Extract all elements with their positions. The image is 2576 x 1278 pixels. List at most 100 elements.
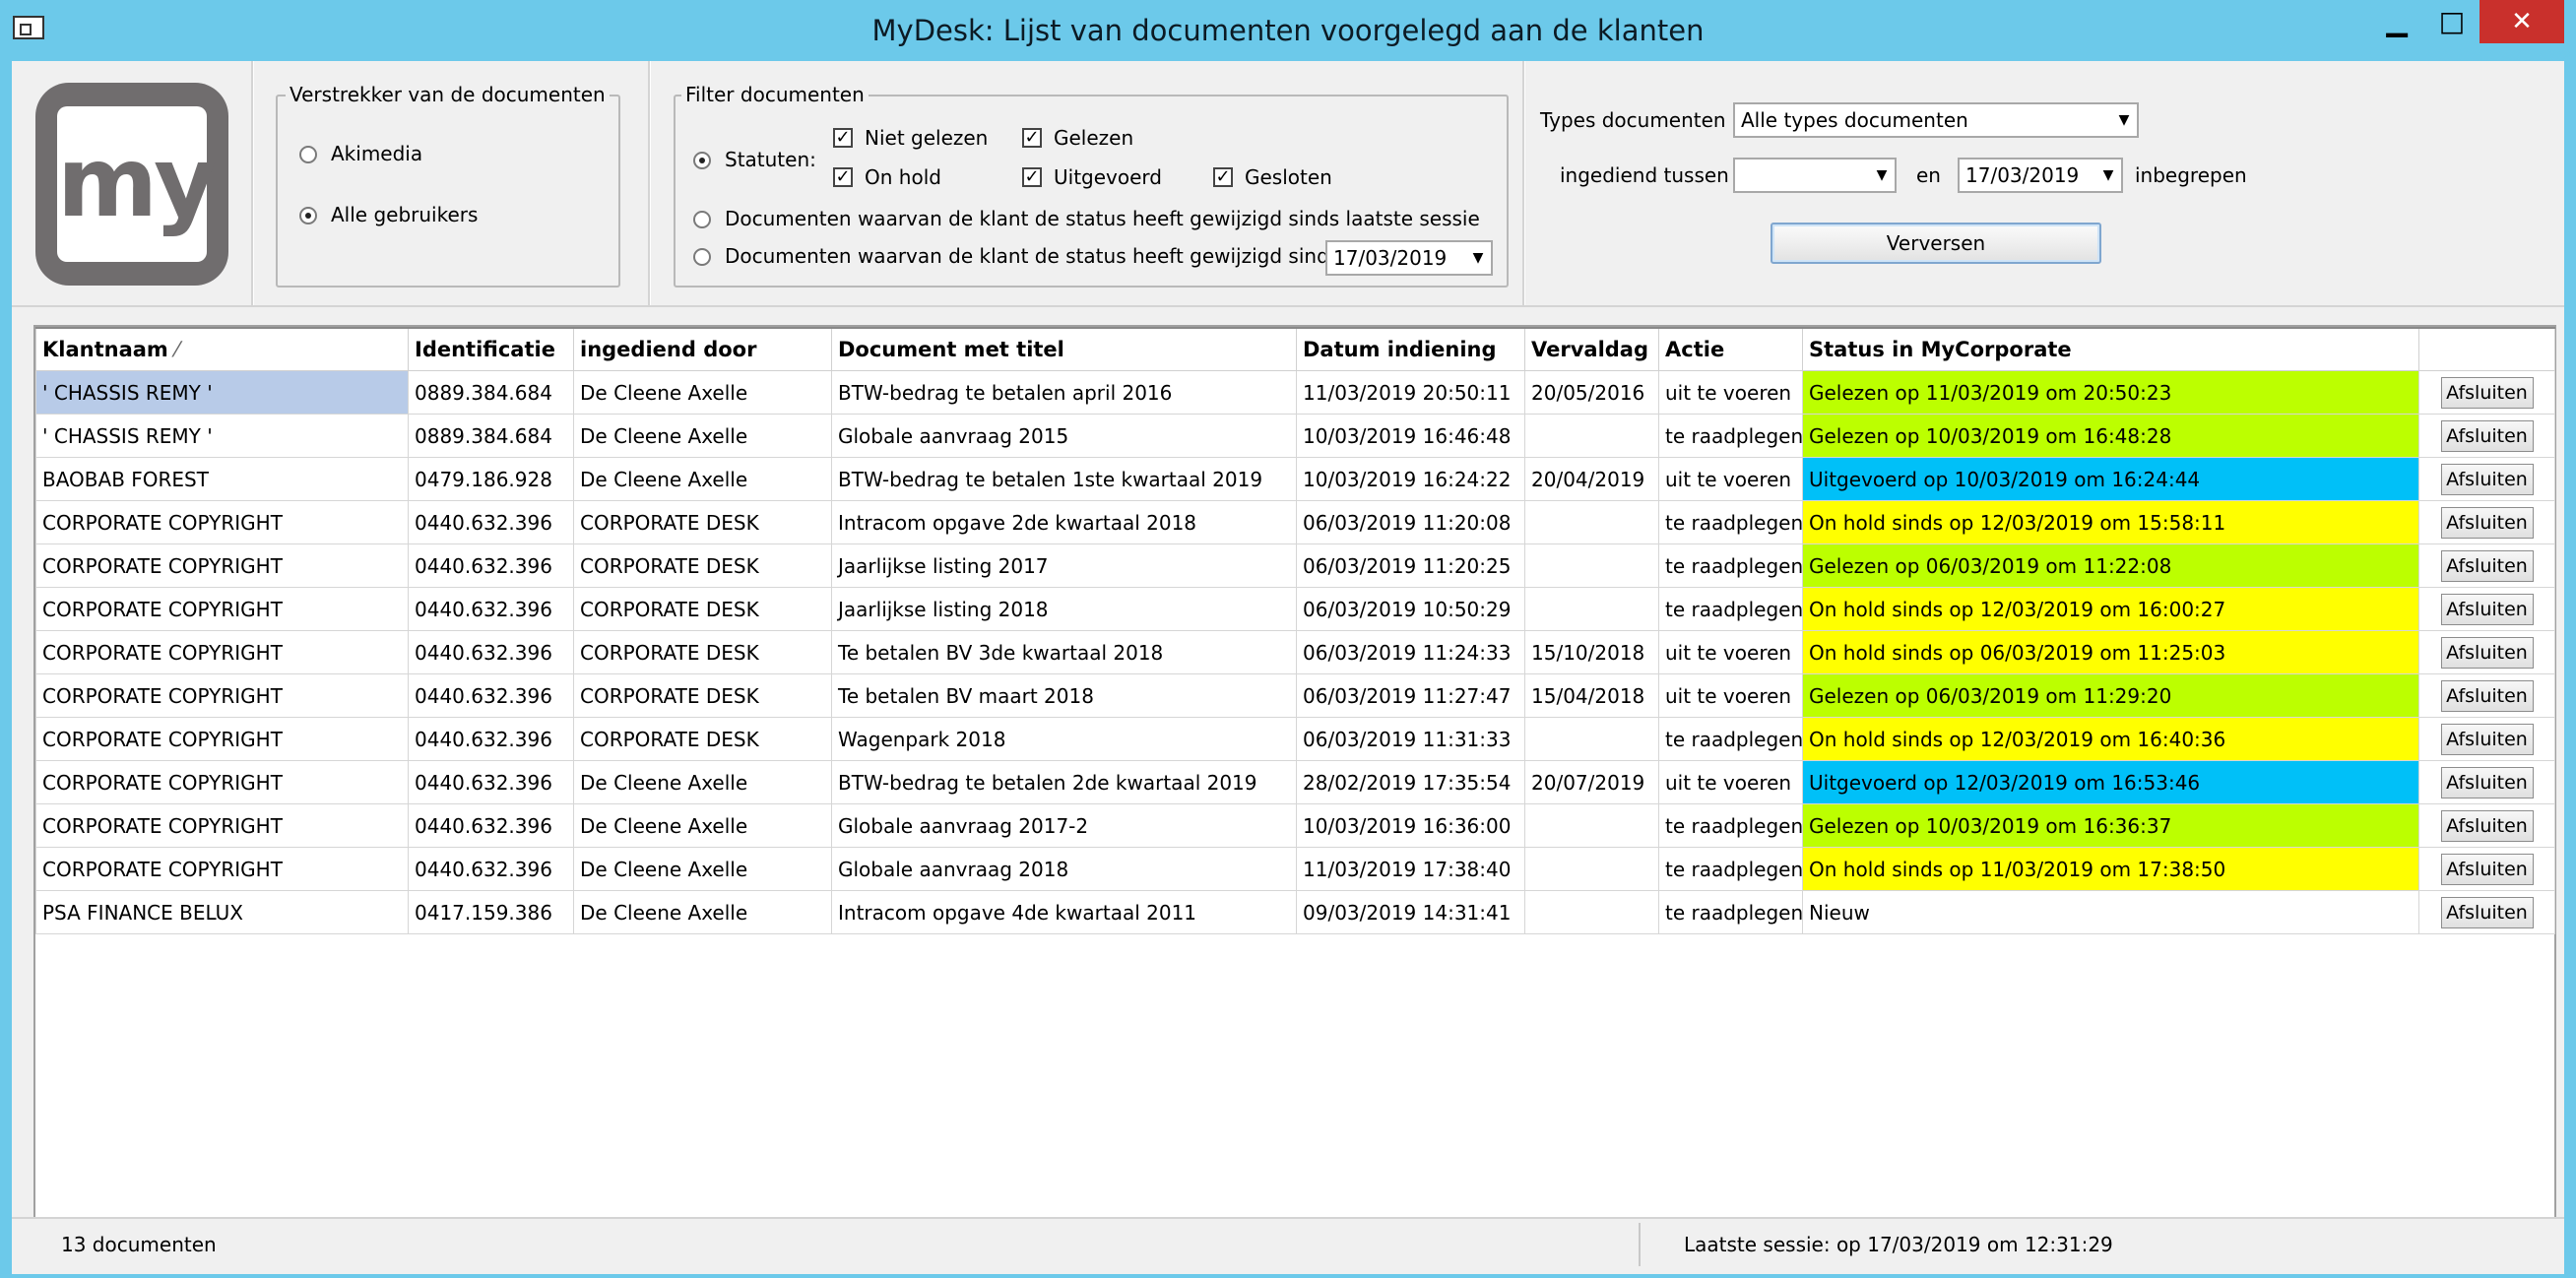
cell-vervaldag[interactable] <box>1524 543 1659 588</box>
cell-identificatie[interactable]: 0440.632.396 <box>408 587 574 631</box>
checkbox-uitgevoerd[interactable]: ✓ <box>1022 167 1042 187</box>
to-date-picker[interactable]: 17/03/2019 ▼ <box>1958 158 2123 193</box>
maximize-button[interactable]: □ <box>2424 0 2479 43</box>
close-button[interactable]: ✕ <box>2479 0 2564 43</box>
cell-vervaldag[interactable]: 20/05/2016 <box>1524 370 1659 415</box>
cell-ingediend-door[interactable]: CORPORATE DESK <box>573 673 832 718</box>
afsluiten-button[interactable]: Afsluiten <box>2440 809 2534 842</box>
cell-datum[interactable]: 28/02/2019 17:35:54 <box>1296 760 1525 804</box>
cell-client[interactable]: BAOBAB FOREST <box>35 457 409 501</box>
cell-identificatie[interactable]: 0440.632.396 <box>408 847 574 891</box>
cell-status[interactable]: Gelezen op 06/03/2019 om 11:22:08 <box>1802 543 2419 588</box>
cell-ingediend-door[interactable]: De Cleene Axelle <box>573 760 832 804</box>
chevron-down-icon[interactable]: ▼ <box>1467 245 1489 271</box>
chevron-down-icon[interactable]: ▼ <box>1871 162 1893 188</box>
cell-status[interactable]: Gelezen op 11/03/2019 om 20:50:23 <box>1802 370 2419 415</box>
cell-document[interactable]: Intracom opgave 4de kwartaal 2011 <box>831 890 1297 934</box>
radio-all-users-label[interactable]: Alle gebruikers <box>331 203 478 226</box>
cell-datum[interactable]: 06/03/2019 11:31:33 <box>1296 717 1525 761</box>
cell-vervaldag[interactable] <box>1524 500 1659 544</box>
cell-ingediend-door[interactable]: CORPORATE DESK <box>573 500 832 544</box>
cell-client[interactable]: CORPORATE COPYRIGHT <box>35 543 409 588</box>
afsluiten-button[interactable]: Afsluiten <box>2440 376 2534 409</box>
cell-actie[interactable]: uit te voeren <box>1658 457 1803 501</box>
chevron-down-icon[interactable]: ▼ <box>2097 162 2119 188</box>
col-status[interactable]: Status in MyCorporate <box>1802 327 2419 371</box>
table-row[interactable]: CORPORATE COPYRIGHT 0440.632.396 De Cleene… <box>35 760 2555 804</box>
cell-document[interactable]: BTW-bedrag te betalen 2de kwartaal 2019 <box>831 760 1297 804</box>
checkbox-niet-gelezen-label[interactable]: Niet gelezen <box>865 126 988 150</box>
cell-vervaldag[interactable] <box>1524 890 1659 934</box>
cell-actie[interactable]: te raadplegen <box>1658 803 1803 848</box>
table-row[interactable]: CORPORATE COPYRIGHT 0440.632.396 De Cleene… <box>35 847 2555 891</box>
table-row[interactable]: CORPORATE COPYRIGHT 0440.632.396 CORPORATE… <box>35 673 2555 718</box>
afsluiten-button[interactable]: Afsluiten <box>2440 679 2534 712</box>
cell-client[interactable]: CORPORATE COPYRIGHT <box>35 673 409 718</box>
table-row[interactable]: CORPORATE COPYRIGHT 0440.632.396 CORPORATE… <box>35 587 2555 631</box>
cell-vervaldag[interactable] <box>1524 717 1659 761</box>
table-row[interactable]: ' CHASSIS REMY ' 0889.384.684 De Cleene Ax… <box>35 370 2555 415</box>
cell-ingediend-door[interactable]: De Cleene Axelle <box>573 847 832 891</box>
checkbox-gelezen[interactable]: ✓ <box>1022 128 1042 148</box>
cell-status[interactable]: Gelezen op 10/03/2019 om 16:36:37 <box>1802 803 2419 848</box>
cell-vervaldag[interactable]: 15/10/2018 <box>1524 630 1659 674</box>
cell-actie[interactable]: te raadplegen <box>1658 543 1803 588</box>
cell-status[interactable]: On hold sinds op 12/03/2019 om 15:58:11 <box>1802 500 2419 544</box>
cell-client[interactable]: CORPORATE COPYRIGHT <box>35 500 409 544</box>
cell-document[interactable]: Jaarlijkse listing 2017 <box>831 543 1297 588</box>
since-date-picker[interactable]: 17/03/2019 ▼ <box>1325 240 1493 276</box>
cell-identificatie[interactable]: 0889.384.684 <box>408 414 574 458</box>
col-identificatie[interactable]: Identificatie <box>408 327 574 371</box>
cell-actie[interactable]: te raadplegen <box>1658 587 1803 631</box>
cell-status[interactable]: Gelezen op 06/03/2019 om 11:29:20 <box>1802 673 2419 718</box>
checkbox-niet-gelezen[interactable]: ✓ <box>833 128 853 148</box>
col-klantnaam[interactable]: Klantnaam ⁄ <box>35 327 409 371</box>
table-row[interactable]: CORPORATE COPYRIGHT 0440.632.396 CORPORATE… <box>35 630 2555 674</box>
table-row[interactable]: CORPORATE COPYRIGHT 0440.632.396 CORPORATE… <box>35 543 2555 588</box>
cell-status[interactable]: Nieuw <box>1802 890 2419 934</box>
cell-identificatie[interactable]: 0440.632.396 <box>408 630 574 674</box>
radio-all-users[interactable] <box>299 207 317 224</box>
cell-actie[interactable]: te raadplegen <box>1658 890 1803 934</box>
cell-actie[interactable]: te raadplegen <box>1658 414 1803 458</box>
cell-status[interactable]: Gelezen op 10/03/2019 om 16:48:28 <box>1802 414 2419 458</box>
cell-identificatie[interactable]: 0440.632.396 <box>408 673 574 718</box>
cell-client[interactable]: CORPORATE COPYRIGHT <box>35 803 409 848</box>
radio-since-session-label[interactable]: Documenten waarvan de klant de status he… <box>725 207 1480 230</box>
from-date-picker[interactable]: ▼ <box>1733 158 1897 193</box>
cell-actie[interactable]: te raadplegen <box>1658 717 1803 761</box>
cell-document[interactable]: Te betalen BV 3de kwartaal 2018 <box>831 630 1297 674</box>
cell-datum[interactable]: 10/03/2019 16:36:00 <box>1296 803 1525 848</box>
cell-datum[interactable]: 06/03/2019 11:24:33 <box>1296 630 1525 674</box>
cell-datum[interactable]: 06/03/2019 11:27:47 <box>1296 673 1525 718</box>
cell-ingediend-door[interactable]: De Cleene Axelle <box>573 370 832 415</box>
cell-identificatie[interactable]: 0440.632.396 <box>408 760 574 804</box>
table-row[interactable]: CORPORATE COPYRIGHT 0440.632.396 De Cleene… <box>35 803 2555 848</box>
cell-client[interactable]: CORPORATE COPYRIGHT <box>35 847 409 891</box>
cell-status[interactable]: Uitgevoerd op 12/03/2019 om 16:53:46 <box>1802 760 2419 804</box>
radio-since-session[interactable] <box>693 211 711 228</box>
cell-vervaldag[interactable] <box>1524 803 1659 848</box>
checkbox-gelezen-label[interactable]: Gelezen <box>1054 126 1133 150</box>
cell-datum[interactable]: 11/03/2019 17:38:40 <box>1296 847 1525 891</box>
cell-ingediend-door[interactable]: De Cleene Axelle <box>573 457 832 501</box>
cell-client[interactable]: CORPORATE COPYRIGHT <box>35 717 409 761</box>
afsluiten-button[interactable]: Afsluiten <box>2440 419 2534 452</box>
cell-client[interactable]: CORPORATE COPYRIGHT <box>35 587 409 631</box>
minimize-button[interactable]: ▁ <box>2369 0 2424 43</box>
cell-document[interactable]: Globale aanvraag 2018 <box>831 847 1297 891</box>
cell-client[interactable]: CORPORATE COPYRIGHT <box>35 630 409 674</box>
cell-ingediend-door[interactable]: CORPORATE DESK <box>573 717 832 761</box>
cell-status[interactable]: On hold sinds op 12/03/2019 om 16:00:27 <box>1802 587 2419 631</box>
cell-document[interactable]: BTW-bedrag te betalen april 2016 <box>831 370 1297 415</box>
table-row[interactable]: ' CHASSIS REMY ' 0889.384.684 De Cleene Ax… <box>35 414 2555 458</box>
cell-identificatie[interactable]: 0889.384.684 <box>408 370 574 415</box>
cell-vervaldag[interactable] <box>1524 587 1659 631</box>
radio-since-date-label[interactable]: Documenten waarvan de klant de status he… <box>725 244 1339 268</box>
col-vervaldag[interactable]: Vervaldag <box>1524 327 1659 371</box>
cell-document[interactable]: Intracom opgave 2de kwartaal 2018 <box>831 500 1297 544</box>
checkbox-gesloten-label[interactable]: Gesloten <box>1245 165 1332 189</box>
cell-document[interactable]: Wagenpark 2018 <box>831 717 1297 761</box>
afsluiten-button[interactable]: Afsluiten <box>2440 723 2534 755</box>
radio-since-date[interactable] <box>693 248 711 266</box>
